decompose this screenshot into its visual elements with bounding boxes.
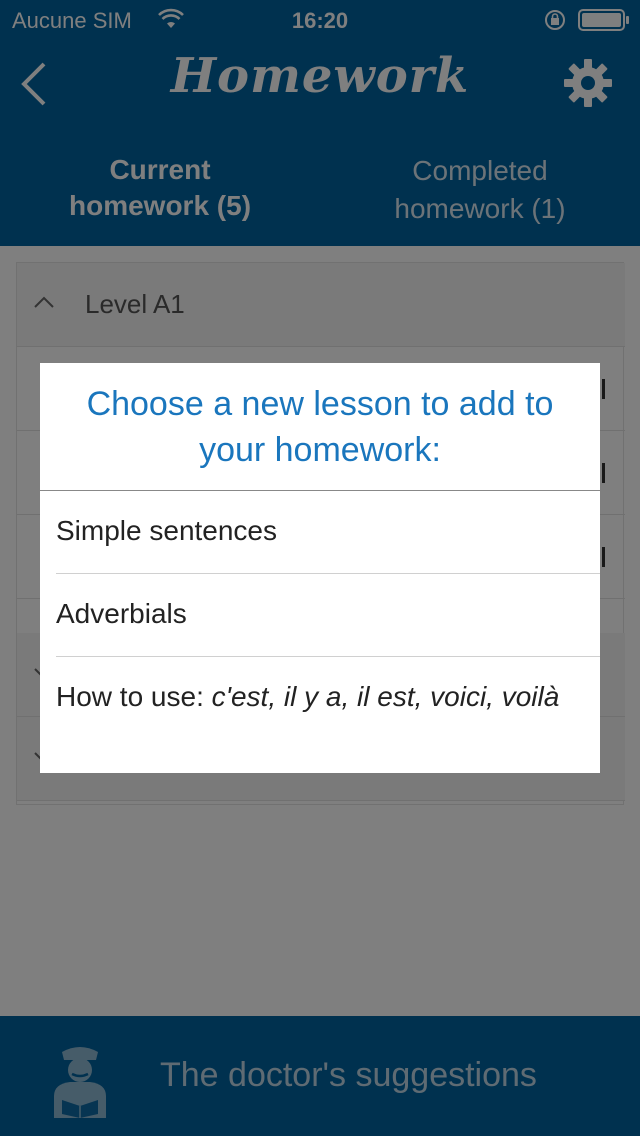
option-separator	[56, 656, 600, 657]
lesson-option-how-to-use[interactable]: How to use: c'est, il y a, il est, voici…	[56, 679, 600, 715]
lesson-picker-dialog: Choose a new lesson to add to your homew…	[40, 363, 600, 773]
dialog-divider	[40, 490, 600, 491]
dialog-title: Choose a new lesson to add to your homew…	[86, 385, 554, 469]
option-prefix: How to use:	[56, 681, 212, 712]
lesson-option-simple-sentences[interactable]: Simple sentences	[56, 513, 600, 549]
option-italic-text: c'est, il y a, il est, voici, voilà	[211, 681, 560, 712]
lesson-option-adverbials[interactable]: Adverbials	[56, 596, 600, 632]
option-separator	[56, 573, 600, 574]
